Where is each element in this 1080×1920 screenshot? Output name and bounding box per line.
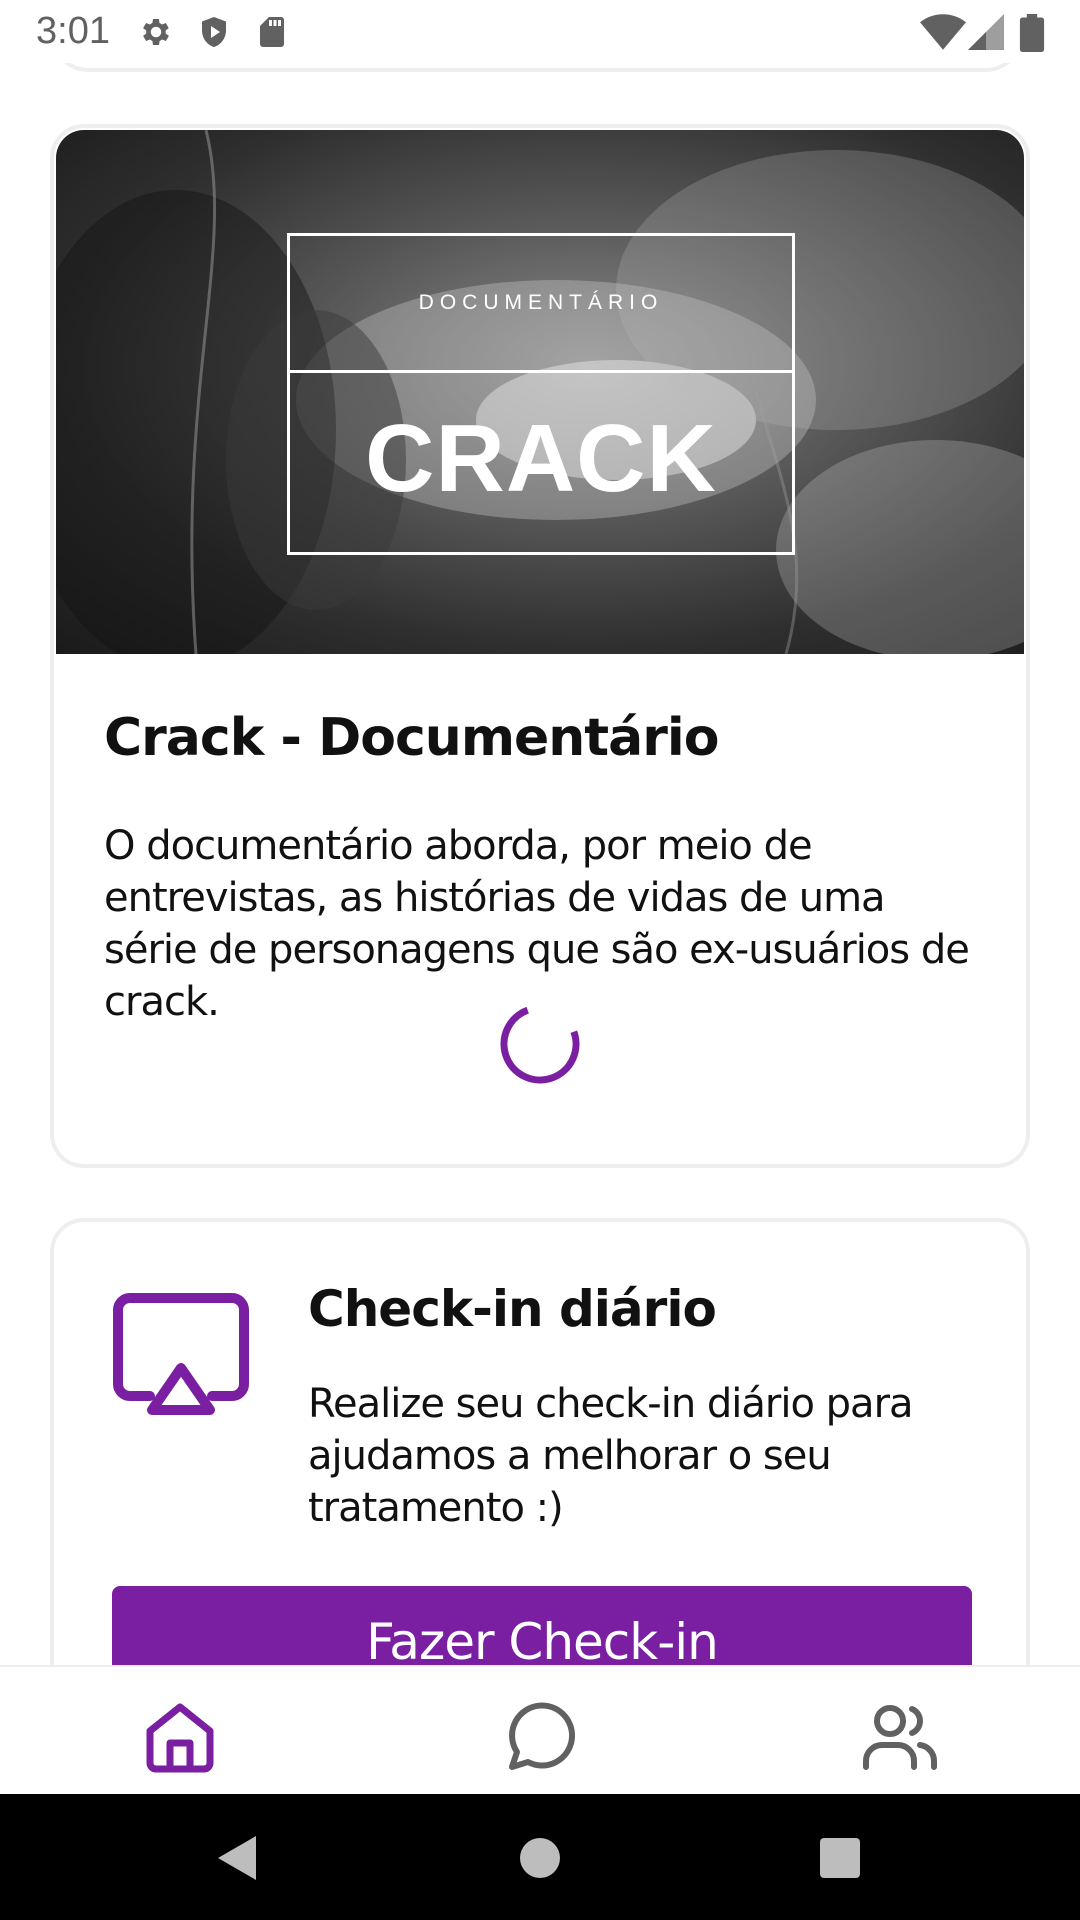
loading-spinner-icon xyxy=(500,1006,580,1084)
sd-card-icon xyxy=(260,17,284,47)
cover-frame-divider xyxy=(290,370,792,373)
signal-icon xyxy=(968,14,1004,50)
cast-icon xyxy=(113,1293,249,1415)
wifi-icon xyxy=(920,14,966,50)
home-button-icon[interactable] xyxy=(512,1830,568,1886)
home-icon[interactable] xyxy=(140,1697,220,1777)
status-bar: 3:01 xyxy=(0,0,1080,63)
documentary-cover-image: DOCUMENTÁRIO CRACK xyxy=(56,130,1024,654)
documentary-title: Crack - Documentário xyxy=(104,708,719,768)
checkin-title: Check-in diário xyxy=(308,1280,717,1338)
recents-icon[interactable] xyxy=(812,1830,868,1886)
bottom-navigation xyxy=(0,1665,1080,1794)
cover-title-frame: DOCUMENTÁRIO CRACK xyxy=(287,233,795,555)
cover-title: CRACK xyxy=(365,405,717,512)
chat-icon[interactable] xyxy=(500,1697,580,1777)
screen: 3:01 DOCUMENTÁRIO CRACK Crack - Document… xyxy=(0,0,1080,1920)
back-icon[interactable] xyxy=(210,1830,266,1886)
status-time: 3:01 xyxy=(36,10,110,52)
cover-kicker: DOCUMENTÁRIO xyxy=(418,291,664,314)
documentary-description: O documentário aborda, por meio de entre… xyxy=(104,823,970,1025)
documentary-card[interactable]: DOCUMENTÁRIO CRACK Crack - Documentário … xyxy=(50,124,1030,1168)
checkin-description: Realize seu check-in diário para ajudamo… xyxy=(308,1381,914,1531)
battery-icon xyxy=(1019,14,1045,52)
shield-icon xyxy=(202,17,226,47)
system-navigation-bar xyxy=(0,1794,1080,1920)
gear-icon xyxy=(143,18,169,46)
users-icon[interactable] xyxy=(860,1697,940,1777)
